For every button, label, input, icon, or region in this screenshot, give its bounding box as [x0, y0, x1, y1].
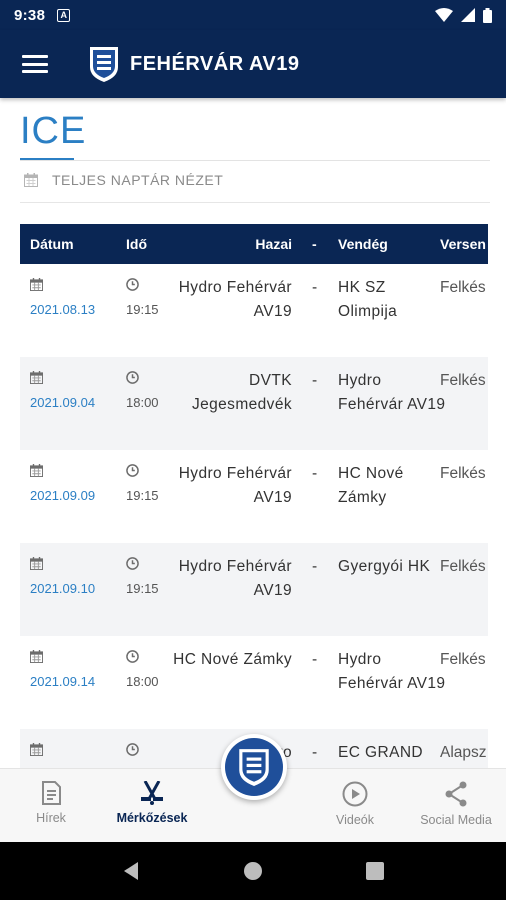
team-separator: - — [312, 372, 318, 389]
share-icon — [445, 781, 467, 807]
signal-icon — [461, 8, 475, 22]
match-date[interactable]: 2021.09.14 — [30, 670, 95, 694]
match-date[interactable]: 2021.09.10 — [30, 577, 95, 601]
status-icons — [435, 7, 492, 23]
calendar-icon — [30, 278, 43, 296]
nav-item-videos[interactable]: Videók — [330, 781, 380, 827]
header-competition: Versen — [440, 236, 486, 252]
full-calendar-view-link[interactable]: TELJES NAPTÁR NÉZET — [24, 172, 223, 188]
club-logo-button[interactable] — [221, 734, 287, 800]
header-date: Dátum — [30, 236, 74, 252]
away-team: EC GRAND — [338, 744, 424, 761]
calendar-icon — [30, 557, 43, 575]
table-row[interactable]: 2021.09.14 18:00 HC Nové Zámky - Hydro Fehér… — [20, 636, 488, 729]
nav-item-matches[interactable]: Mérkőzések — [112, 781, 192, 825]
away-team: HK SZ Olimpija — [338, 279, 398, 320]
home-team: HC Nové Zámky — [173, 651, 292, 668]
team-separator: - — [312, 558, 318, 575]
club-logo-icon — [90, 47, 118, 82]
competition: Felkés — [440, 651, 486, 668]
home-icon[interactable] — [243, 861, 263, 881]
club-logo-icon — [225, 738, 283, 796]
divider — [20, 160, 490, 161]
table-row[interactable]: 2021.09.04 18:00 DVTK Jegesmedvék - Hydro Fe… — [20, 357, 488, 450]
clock-icon — [126, 278, 139, 296]
nav-label-social-media: Social Media — [420, 813, 492, 827]
clock-icon — [126, 743, 139, 761]
clock-icon — [126, 557, 139, 575]
nav-label-videos: Videók — [336, 813, 374, 827]
play-circle-icon — [342, 781, 368, 807]
matches-table: Dátum Idő Hazai - Vendég Versen 2021.08.… — [20, 224, 488, 768]
calendar-icon — [30, 743, 43, 761]
table-body: 2021.08.13 19:15 Hydro Fehérvár AV19- HK SZ… — [20, 264, 488, 768]
wifi-icon — [435, 8, 453, 22]
calendar-icon — [30, 464, 43, 482]
clock-icon — [126, 464, 139, 482]
team-separator: - — [312, 465, 318, 482]
clock-icon — [126, 371, 139, 389]
calendar-icon — [24, 173, 38, 187]
away-team: HC Nové Zámky — [338, 465, 404, 506]
hamburger-menu-icon[interactable] — [22, 53, 48, 75]
nav-item-news[interactable]: Hírek — [26, 781, 76, 825]
home-team: Hydro Fehérvár AV19 — [178, 279, 292, 320]
home-team: Hydro Fehérvár AV19 — [178, 558, 292, 599]
away-team: Hydro Fehérvár AV19 — [338, 372, 446, 413]
nav-label-matches: Mérkőzések — [116, 811, 188, 825]
clock-icon — [126, 650, 139, 668]
header-away: Vendég — [338, 236, 388, 252]
nav-label-news: Hírek — [36, 811, 66, 825]
home-team: DVTK Jegesmedvék — [191, 372, 292, 413]
header-dash: - — [312, 236, 317, 252]
away-team: Gyergyói HK — [338, 558, 431, 575]
team-separator: - — [312, 744, 318, 761]
full-calendar-view-label: TELJES NAPTÁR NÉZET — [52, 172, 224, 188]
hockey-sticks-icon — [141, 781, 163, 805]
news-icon — [42, 781, 61, 805]
match-date[interactable]: 2021.08.13 — [30, 298, 95, 322]
competition: Felkés — [440, 279, 486, 296]
battery-icon — [483, 7, 492, 23]
page-title: ICE — [20, 110, 87, 152]
competition: Felkés — [440, 372, 486, 389]
app-title: FEHÉRVÁR AV19 — [130, 52, 300, 75]
match-date[interactable]: 2021.09.09 — [30, 484, 95, 508]
team-separator: - — [312, 651, 318, 668]
header-home: Hazai — [255, 236, 292, 252]
back-icon[interactable] — [122, 861, 140, 881]
status-time: 9:38 — [14, 6, 46, 24]
nav-item-social-media[interactable]: Social Media — [414, 781, 498, 827]
competition: Alapsz — [440, 744, 487, 761]
table-row[interactable]: 2021.08.13 19:15 Hydro Fehérvár AV19- HK SZ… — [20, 264, 488, 357]
table-row[interactable]: 2021.09.10 19:15 Hydro Fehérvár AV19- Gyerg… — [20, 543, 488, 636]
table-header: Dátum Idő Hazai - Vendég Versen — [20, 224, 488, 264]
competition: Felkés — [440, 465, 486, 482]
app-bar: FEHÉRVÁR AV19 — [0, 30, 506, 98]
notification-badge-icon: A — [57, 8, 71, 22]
home-team: Hydro Fehérvár AV19 — [178, 465, 292, 506]
table-row[interactable]: 2021.09.09 19:15 Hydro Fehérvár AV19- HC No… — [20, 450, 488, 543]
match-time: 18:00 — [126, 674, 159, 689]
system-navigation-bar — [0, 842, 506, 900]
away-team: Hydro Fehérvár AV19 — [338, 651, 446, 692]
recents-icon[interactable] — [366, 862, 385, 880]
divider — [20, 202, 490, 203]
header-time: Idő — [126, 236, 147, 252]
calendar-icon — [30, 650, 43, 668]
calendar-icon — [30, 371, 43, 389]
team-separator: - — [312, 279, 318, 296]
competition: Felkés — [440, 558, 486, 575]
match-date[interactable]: 2021.09.04 — [30, 391, 95, 415]
status-bar: 9:38 A — [0, 0, 506, 30]
